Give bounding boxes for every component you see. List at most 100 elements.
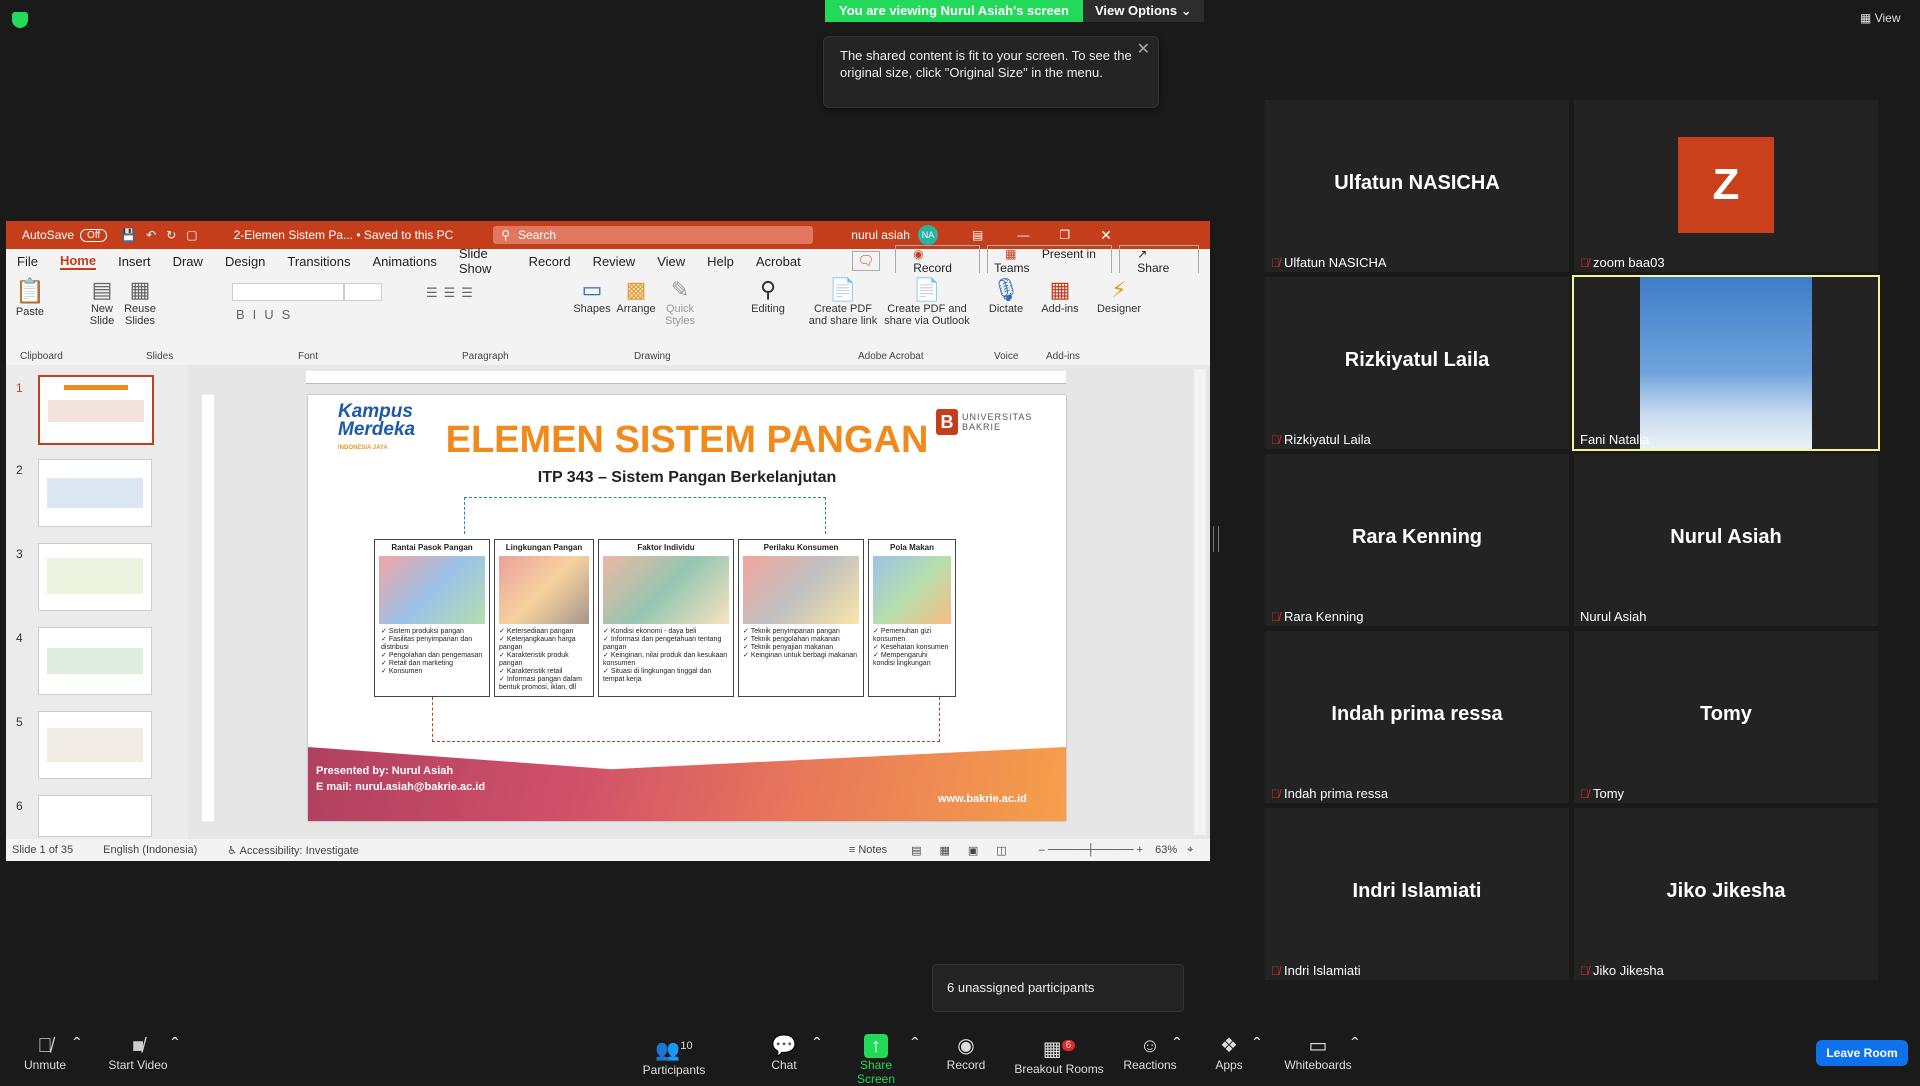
close-icon[interactable]: ✕ [1137, 41, 1150, 58]
fit-slide-icon[interactable]: ⌖ [1187, 844, 1193, 857]
new-slide-button[interactable]: ▤ New Slide [84, 277, 120, 327]
participant-tile[interactable]: Tomy 🎙̸ Tomy [1574, 631, 1878, 803]
designer-button[interactable]: ⚡ Designer [1096, 277, 1142, 315]
accessibility-status[interactable]: ♿ Accessibility: Investigate [227, 844, 359, 857]
paste-button[interactable]: 📋 Paste [14, 277, 46, 318]
present-icon[interactable]: ▢ [186, 228, 197, 242]
unassigned-participants-popup[interactable]: 6 unassigned participants [932, 964, 1184, 1012]
menu-help[interactable]: Help [707, 254, 734, 269]
slide-thumbnail[interactable] [38, 795, 152, 837]
editing-button[interactable]: ⚲ Editing [748, 277, 788, 315]
menu-view[interactable]: View [657, 254, 685, 269]
reactions-options-chevron[interactable]: ˆ [1170, 1034, 1184, 1058]
menu-record[interactable]: Record [529, 254, 571, 269]
apps-options-chevron[interactable]: ˆ [1250, 1034, 1264, 1058]
leave-room-button[interactable]: Leave Room [1816, 1040, 1908, 1066]
user-avatar[interactable]: NA [917, 225, 938, 245]
menu-acrobat[interactable]: Acrobat [756, 254, 801, 269]
unmute-button[interactable]: 🎙̸ Unmute [18, 1034, 72, 1072]
participant-tile[interactable]: Indri Islamiati 🎙̸ Indri Islamiati [1265, 808, 1569, 980]
participants-icon: 👥10 [655, 1039, 693, 1062]
slide-thumbnail-pane[interactable]: 1 2 3 4 5 6 [6, 365, 188, 839]
current-slide[interactable]: Kampus Merdeka INDONESIA JAYA B UNIVERSIT… [308, 395, 1066, 821]
menu-animations[interactable]: Animations [373, 254, 437, 269]
create-pdf-outlook-button[interactable]: 📄 Create PDF and share via Outlook [882, 277, 972, 327]
participant-tile[interactable]: Z 🎙̸ zoom baa03 [1574, 100, 1878, 272]
comments-icon[interactable]: 🗨 [851, 251, 881, 271]
font-size-select[interactable] [344, 283, 382, 301]
participant-tile[interactable]: Jiko Jikesha 🎙̸ Jiko Jikesha [1574, 808, 1878, 980]
undo-icon[interactable]: ↶ [146, 228, 156, 242]
slide-thumbnail[interactable] [38, 459, 152, 527]
view-button[interactable]: ▦ View [1860, 11, 1900, 25]
split-divider-handle[interactable] [1213, 526, 1219, 552]
menu-insert[interactable]: Insert [118, 254, 151, 269]
slide-thumbnail[interactable] [38, 375, 154, 445]
share-screen-button[interactable]: ↑ Share Screen [840, 1034, 912, 1086]
whiteboards-options-chevron[interactable]: ˆ [1348, 1034, 1362, 1058]
menu-slideshow[interactable]: Slide Show [459, 246, 507, 276]
ribbon-display-icon[interactable]: ▤ [972, 228, 983, 242]
participants-button[interactable]: 👥10 Participants [640, 1034, 708, 1077]
save-icon[interactable]: 💾 [121, 228, 136, 242]
menu-home[interactable]: Home [59, 253, 97, 270]
minimize-icon[interactable]: — [1017, 228, 1029, 242]
restore-icon[interactable]: ❐ [1059, 228, 1070, 242]
start-video-button[interactable]: ■̸ Start Video [106, 1034, 170, 1072]
slide-thumbnail[interactable] [38, 543, 152, 611]
audio-options-chevron[interactable]: ˆ [70, 1034, 84, 1058]
chevron-up-icon: ˆ [1351, 1035, 1359, 1057]
menu-transitions[interactable]: Transitions [287, 254, 350, 269]
participant-tile-active[interactable]: Fani Natalia [1572, 275, 1880, 451]
user-name[interactable]: nurul asiah [851, 228, 910, 242]
chat-options-chevron[interactable]: ˆ [810, 1034, 824, 1058]
shapes-button[interactable]: ▭ Shapes [572, 277, 612, 315]
autosave-toggle[interactable]: Off [80, 228, 108, 242]
vertical-scrollbar[interactable] [1194, 369, 1206, 835]
redo-icon[interactable]: ↻ [166, 228, 176, 242]
zoom-slider[interactable]: – ─────┼───── + [1039, 844, 1143, 856]
menu-draw[interactable]: Draw [173, 254, 203, 269]
participant-tile[interactable]: Ulfatun NASICHA 🎙̸ Ulfatun NASICHA [1265, 100, 1569, 272]
consumer-behavior-illustration [743, 556, 859, 624]
notes-button[interactable]: ≡ Notes [849, 844, 887, 856]
tooltip-text: The shared content is fit to your screen… [840, 48, 1132, 80]
view-options-button[interactable]: View Options ⌄ [1082, 0, 1204, 22]
menu-review[interactable]: Review [593, 254, 636, 269]
participant-tile[interactable]: Rara Kenning 🎙̸ Rara Kenning [1265, 454, 1569, 626]
menu-design[interactable]: Design [225, 254, 265, 269]
participant-tile[interactable]: Indah prima ressa 🎙̸ Indah prima ressa [1265, 631, 1569, 803]
addins-button[interactable]: ▦ Add-ins [1038, 277, 1082, 315]
chat-button[interactable]: 💬 Chat [766, 1034, 802, 1072]
language[interactable]: English (Indonesia) [103, 844, 197, 856]
slide-thumbnail[interactable] [38, 711, 152, 779]
participant-label: 🎙̸ zoom baa03 [1580, 255, 1665, 270]
video-options-chevron[interactable]: ˆ [168, 1034, 182, 1058]
breakout-rooms-button[interactable]: ▦ 6 Breakout Rooms [1012, 1034, 1106, 1076]
font-name-select[interactable] [232, 283, 344, 301]
record-meeting-button[interactable]: ◉ Record [944, 1034, 988, 1072]
participant-tile[interactable]: Rizkiyatul Laila 🎙̸ Rizkiyatul Laila [1265, 277, 1569, 449]
close-window-icon[interactable]: ✕ [1100, 227, 1112, 244]
document-title[interactable]: 2-Elemen Sistem Pa... • Saved to this PC [234, 228, 454, 242]
quick-styles-button[interactable]: ✎ Quick Styles [660, 277, 700, 327]
create-pdf-link-button[interactable]: 📄 Create PDF and share link [804, 277, 882, 327]
whiteboards-button[interactable]: ▭ Whiteboards [1282, 1034, 1354, 1072]
paragraph-buttons[interactable]: ☰☰☰ [426, 285, 479, 301]
group-voice: Voice [994, 351, 1019, 362]
arrange-button[interactable]: ▩ Arrange [614, 277, 658, 315]
apps-button[interactable]: ❖ Apps [1212, 1034, 1246, 1072]
view-mode-icons[interactable]: ▤▦▣◫ [911, 844, 1025, 857]
font-style-buttons[interactable]: BIUS [236, 307, 298, 322]
find-icon: ⚲ [759, 277, 777, 302]
reuse-slides-button[interactable]: ▦ Reuse Slides [122, 277, 158, 327]
dictate-button[interactable]: 🎙 Dictate [986, 277, 1026, 315]
participant-tile[interactable]: Nurul Asiah Nurul Asiah [1574, 454, 1878, 626]
mic-muted-icon: 🎙̸ [1271, 256, 1280, 270]
menu-file[interactable]: File [17, 254, 38, 269]
security-shield-icon[interactable] [12, 12, 28, 28]
share-options-chevron[interactable]: ˆ [908, 1034, 922, 1058]
slide-thumbnail[interactable] [38, 627, 152, 695]
zoom-level[interactable]: 63% [1155, 844, 1177, 856]
search-box[interactable]: ⚲ Search [493, 226, 814, 244]
